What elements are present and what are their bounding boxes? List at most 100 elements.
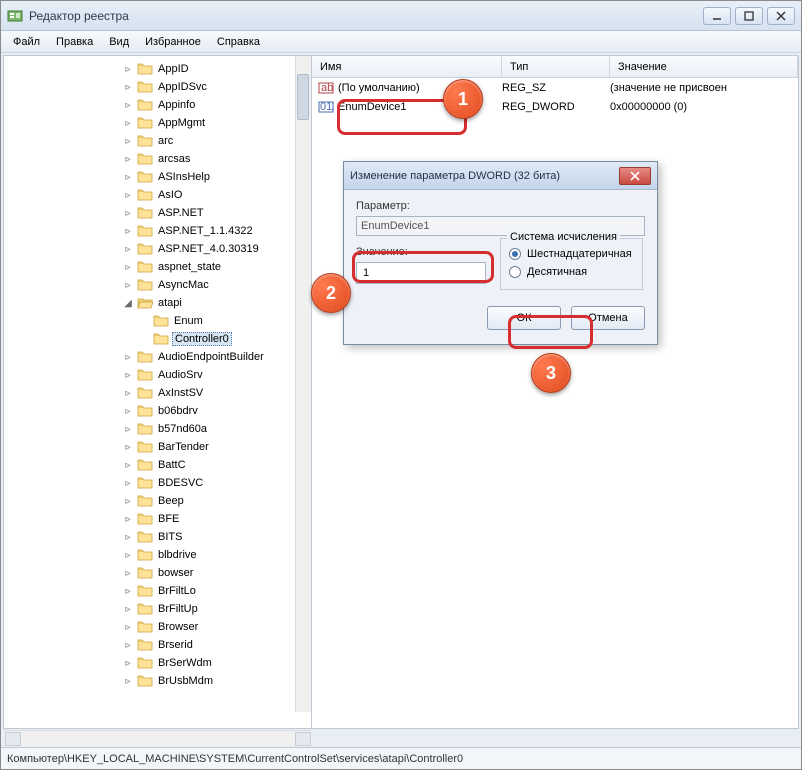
tree-scrollbar[interactable]	[295, 56, 311, 712]
tree-node-axinstsv[interactable]: ▹AxInstSV	[116, 384, 311, 402]
tree-twisty-icon[interactable]: ▹	[122, 388, 134, 399]
close-button[interactable]	[767, 7, 795, 25]
tree-twisty-icon[interactable]: ▹	[122, 64, 134, 75]
list-row[interactable]: 011EnumDevice1REG_DWORD0x00000000 (0)	[312, 97, 798, 116]
cancel-button[interactable]: Отмена	[571, 306, 645, 330]
tree-node-brserwdm[interactable]: ▹BrSerWdm	[116, 654, 311, 672]
tree-twisty-icon[interactable]: ▹	[122, 244, 134, 255]
menu-правка[interactable]: Правка	[48, 34, 101, 50]
tree-node-aspnetstate[interactable]: ▹aspnet_state	[116, 258, 311, 276]
tree-twisty-icon[interactable]: ▹	[122, 640, 134, 651]
tree-twisty-icon[interactable]: ◢	[122, 298, 134, 309]
tree-node-label: BDESVC	[156, 477, 205, 489]
tree-twisty-icon[interactable]: ▹	[122, 208, 134, 219]
tree-twisty-icon[interactable]: ▹	[122, 262, 134, 273]
tree-node-b06bdrv[interactable]: ▹b06bdrv	[116, 402, 311, 420]
menu-избранное[interactable]: Избранное	[137, 34, 209, 50]
tree-twisty-icon[interactable]: ▹	[122, 190, 134, 201]
tree-twisty-icon[interactable]: ▹	[122, 658, 134, 669]
list-row[interactable]: ab(По умолчанию)REG_SZ(значение не присв…	[312, 78, 798, 97]
tree-node-bits[interactable]: ▹BITS	[116, 528, 311, 546]
tree-hscroll[interactable]	[4, 730, 312, 746]
tree-twisty-icon[interactable]: ▹	[122, 478, 134, 489]
maximize-button[interactable]	[735, 7, 763, 25]
tree-twisty-icon[interactable]: ▹	[122, 676, 134, 687]
tree-node-bartender[interactable]: ▹ BarTender	[116, 438, 311, 456]
menu-файл[interactable]: Файл	[5, 34, 48, 50]
tree-twisty-icon[interactable]: ▹	[122, 100, 134, 111]
tree-node-brserid[interactable]: ▹Brserid	[116, 636, 311, 654]
tree-twisty-icon[interactable]: ▹	[122, 514, 134, 525]
col-name[interactable]: Имя	[312, 56, 502, 77]
tree-node-beep[interactable]: ▹Beep	[116, 492, 311, 510]
tree-node-enum[interactable]: Enum	[132, 312, 311, 330]
tree-twisty-icon[interactable]: ▹	[122, 496, 134, 507]
col-value[interactable]: Значение	[610, 56, 798, 77]
tree-node-appinfo[interactable]: ▹Appinfo	[116, 96, 311, 114]
menu-вид[interactable]: Вид	[101, 34, 137, 50]
tree-node-brfiltup[interactable]: ▹BrFiltUp	[116, 600, 311, 618]
tree-twisty-icon[interactable]: ▹	[122, 154, 134, 165]
tree-node-audiosrv[interactable]: ▹AudioSrv	[116, 366, 311, 384]
tree-node-atapi[interactable]: ◢atapi	[116, 294, 311, 312]
tree-twisty-icon[interactable]: ▹	[122, 136, 134, 147]
tree-twisty-icon[interactable]: ▹	[122, 586, 134, 597]
tree-node-aspnet114322[interactable]: ▹ASP.NET_1.1.4322	[116, 222, 311, 240]
tree-twisty-icon[interactable]: ▹	[122, 622, 134, 633]
tree-node-asinshelp[interactable]: ▹ASInsHelp	[116, 168, 311, 186]
tree-twisty-icon[interactable]: ▹	[122, 604, 134, 615]
tree-node-blbdrive[interactable]: ▹blbdrive	[116, 546, 311, 564]
tree-twisty-icon[interactable]: ▹	[122, 424, 134, 435]
tree-node-b57nd60a[interactable]: ▹b57nd60a	[116, 420, 311, 438]
value-input[interactable]	[356, 262, 486, 284]
tree-twisty-icon[interactable]: ▹	[122, 406, 134, 417]
tree-node-arc[interactable]: ▹arc	[116, 132, 311, 150]
tree-twisty-icon[interactable]: ▹	[122, 172, 134, 183]
col-type[interactable]: Тип	[502, 56, 610, 77]
tree-twisty-icon[interactable]: ▹	[122, 82, 134, 93]
tree-node-asyncmac[interactable]: ▹AsyncMac	[116, 276, 311, 294]
tree-node-bfe[interactable]: ▹BFE	[116, 510, 311, 528]
hscroll-right[interactable]	[295, 732, 311, 746]
tree-twisty-icon[interactable]: ▹	[122, 532, 134, 543]
tree-twisty-icon[interactable]: ▹	[122, 118, 134, 129]
tree-node-appmgmt[interactable]: ▹AppMgmt	[116, 114, 311, 132]
tree-node-appid[interactable]: ▹AppID	[116, 60, 311, 78]
radio-dec[interactable]: Десятичная	[509, 263, 634, 281]
tree-pane[interactable]: ▹AppID▹AppIDSvc▹Appinfo▹AppMgmt▹arc▹arcs…	[4, 56, 312, 728]
tree-twisty-icon[interactable]: ▹	[122, 550, 134, 561]
radio-hex[interactable]: Шестнадцатеричная	[509, 245, 634, 263]
radio-dec-button[interactable]	[509, 266, 521, 278]
tree-node-brfiltlo[interactable]: ▹BrFiltLo	[116, 582, 311, 600]
radio-hex-button[interactable]	[509, 248, 521, 260]
tree-twisty-icon[interactable]: ▹	[122, 280, 134, 291]
minimize-button[interactable]	[703, 7, 731, 25]
tree-twisty-icon[interactable]: ▹	[122, 370, 134, 381]
tree-node-browser[interactable]: ▹Browser	[116, 618, 311, 636]
tree-node-brusbmdm[interactable]: ▹BrUsbMdm	[116, 672, 311, 690]
tree-node-label: BarTender	[156, 441, 211, 453]
tree-node-audioendpointbuilder[interactable]: ▹AudioEndpointBuilder	[116, 348, 311, 366]
folder-icon	[137, 656, 153, 670]
folder-icon	[137, 134, 153, 148]
tree-twisty-icon[interactable]: ▹	[122, 460, 134, 471]
ok-button[interactable]: ОК	[487, 306, 561, 330]
hscroll-left[interactable]	[5, 732, 21, 746]
tree-node-aspnet[interactable]: ▹ASP.NET	[116, 204, 311, 222]
tree-node-battc[interactable]: ▹BattC	[116, 456, 311, 474]
tree-twisty-icon[interactable]: ▹	[122, 568, 134, 579]
row-name: EnumDevice1	[338, 101, 406, 113]
tree-node-bdesvc[interactable]: ▹ BDESVC	[116, 474, 311, 492]
tree-node-bowser[interactable]: ▹bowser	[116, 564, 311, 582]
tree-node-appidsvc[interactable]: ▹AppIDSvc	[116, 78, 311, 96]
dialog-close-button[interactable]	[619, 167, 651, 185]
tree-node-controller0[interactable]: Controller0	[132, 330, 311, 348]
tree-node-asio[interactable]: ▹AsIO	[116, 186, 311, 204]
tree-scroll-thumb[interactable]	[297, 74, 309, 120]
tree-twisty-icon[interactable]: ▹	[122, 352, 134, 363]
tree-twisty-icon[interactable]: ▹	[122, 442, 134, 453]
menu-справка[interactable]: Справка	[209, 34, 268, 50]
tree-twisty-icon[interactable]: ▹	[122, 226, 134, 237]
tree-node-arcsas[interactable]: ▹arcsas	[116, 150, 311, 168]
tree-node-aspnet4030319[interactable]: ▹ASP.NET_4.0.30319	[116, 240, 311, 258]
